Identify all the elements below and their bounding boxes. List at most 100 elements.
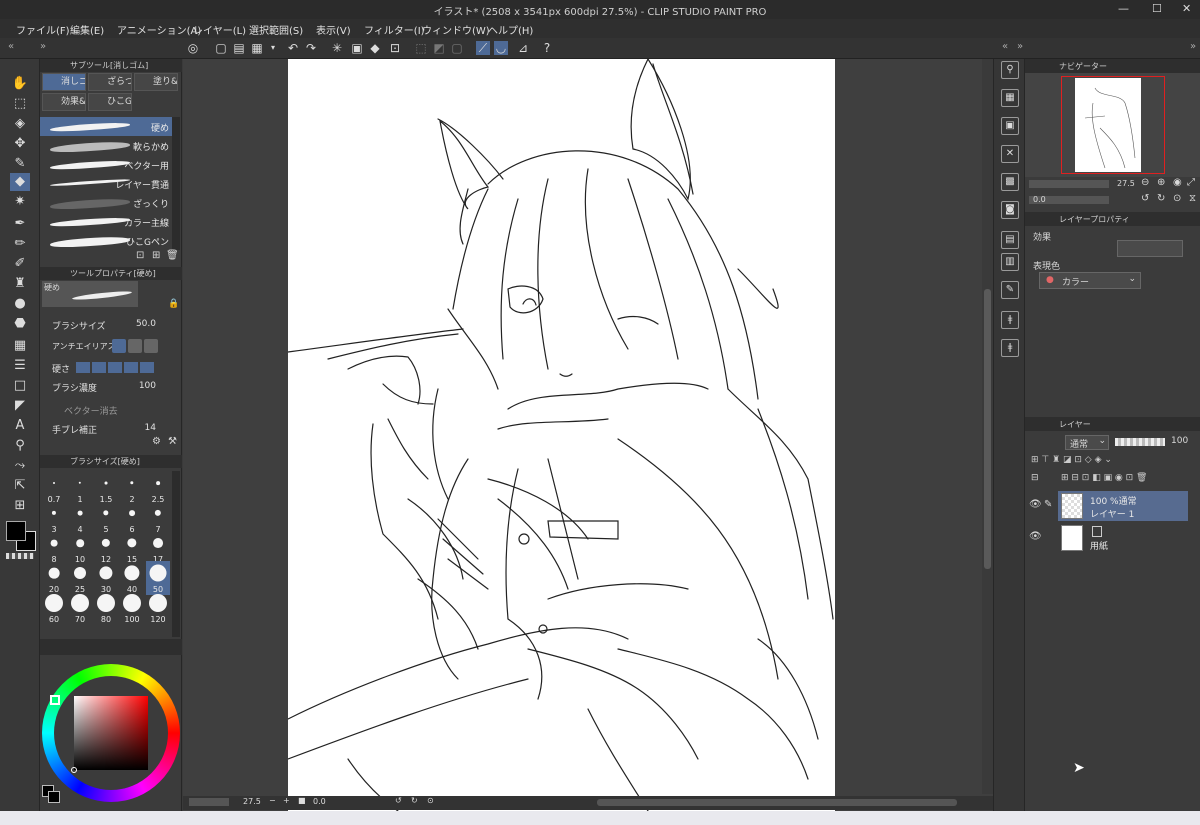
pen-edit-icon[interactable]: ✎ — [1044, 499, 1052, 510]
brush-item[interactable]: 硬め — [40, 117, 172, 136]
layer-toggle-icon[interactable]: ⊟ — [1031, 473, 1039, 483]
subtab-hiko[interactable]: ひこG — [88, 93, 132, 111]
collapse-far-right-icon[interactable]: » — [1186, 40, 1200, 54]
brush-tool-icon[interactable]: ✐ — [10, 255, 30, 273]
eyedropper-tool-icon[interactable]: ✎ — [10, 155, 30, 173]
layer-row[interactable]: 用紙 — [1058, 523, 1188, 553]
transparent-color-swatch[interactable] — [6, 553, 34, 559]
brush-size-option[interactable]: 1 — [68, 471, 92, 505]
brush-size-option[interactable]: 8 — [42, 531, 66, 565]
close-button[interactable]: ✕ — [1182, 2, 1191, 15]
eye-icon[interactable]: 👁 — [1029, 531, 1042, 542]
hardness-row[interactable]: 硬さ — [40, 358, 172, 377]
canvas-rotation-value[interactable]: 0.0 — [313, 797, 326, 806]
new-subtool-icon[interactable]: ⊞ — [152, 250, 160, 261]
stabilize-value[interactable]: 14 — [145, 423, 156, 433]
save-dropdown-icon[interactable]: ▾ — [266, 41, 280, 55]
reset-rotation-icon[interactable]: ⊙ — [427, 796, 434, 805]
menu-layer[interactable]: レイヤー(L) — [193, 22, 246, 37]
brush-item[interactable]: ベクター用 — [40, 155, 172, 174]
brush-size-option[interactable]: 10 — [68, 531, 92, 565]
collapse-left-icon[interactable]: « — [4, 40, 18, 54]
antialias-option[interactable] — [128, 339, 142, 353]
zoom-out-icon[interactable]: − — [269, 796, 276, 805]
hue-selector[interactable] — [50, 695, 60, 705]
brush-size-option[interactable]: 40 — [120, 561, 144, 595]
maximize-button[interactable]: ☐ — [1152, 2, 1162, 15]
subtab-effect[interactable]: 効果& — [42, 93, 86, 111]
brush-size-option[interactable]: 25 — [68, 561, 92, 595]
brush-size-option[interactable]: 1.5 — [94, 471, 118, 505]
eye-icon[interactable]: 👁 — [1029, 499, 1042, 510]
eraser-tool-icon[interactable]: ◆ — [10, 173, 30, 191]
material-text-icon[interactable]: ǂ — [1001, 311, 1019, 329]
brush-size-option[interactable]: 120 — [146, 591, 170, 625]
brush-item[interactable]: カラー主線 — [40, 212, 172, 231]
sv-selector[interactable] — [71, 767, 77, 773]
brush-item[interactable]: ひこGペン — [40, 231, 172, 250]
brush-size-option[interactable]: 17 — [146, 531, 170, 565]
fill-icon[interactable]: ◆ — [368, 41, 382, 55]
brush-size-option[interactable]: 12 — [94, 531, 118, 565]
magic-wand-tool-icon[interactable]: ✷ — [10, 193, 30, 211]
drawing-canvas[interactable] — [288, 59, 835, 811]
subtab-eraser[interactable]: 消しゴ — [42, 73, 86, 91]
brush-size-option[interactable]: 6 — [120, 501, 144, 535]
menu-edit[interactable]: 編集(E) — [70, 22, 104, 37]
brush-size-option[interactable]: 5 — [94, 501, 118, 535]
deselect-icon[interactable]: ⬚ — [414, 41, 428, 55]
clear-icon[interactable]: ✳ — [330, 41, 344, 55]
airbrush-tool-icon[interactable]: ♜ — [10, 275, 30, 293]
navigator-rotate-right-icon[interactable]: ↻ — [1157, 193, 1165, 204]
pen-tool-icon[interactable]: ✒ — [10, 215, 30, 233]
blend-mode-select[interactable]: 通常 ⌄ — [1065, 435, 1109, 450]
navigator-zoom-slider[interactable] — [1029, 180, 1109, 188]
brush-list-scrollbar[interactable] — [172, 117, 180, 250]
brush-size-option[interactable]: 4 — [68, 501, 92, 535]
snap-grid-icon[interactable]: ⊿ — [516, 41, 530, 55]
brush-size-option[interactable]: 80 — [94, 591, 118, 625]
menu-filter[interactable]: フィルター(I) — [364, 22, 425, 37]
help-icon[interactable]: ? — [540, 41, 554, 55]
new-file-icon[interactable]: ▢ — [214, 41, 228, 55]
copy-subtool-icon[interactable]: ⊡ — [136, 250, 144, 261]
zoom-tool-icon[interactable]: ⚲ — [10, 437, 30, 455]
canvas-vertical-scrollbar[interactable] — [982, 59, 993, 794]
menu-window[interactable]: ウィンドウ(W) — [422, 22, 490, 37]
tool-settings-icon[interactable]: ⚙ — [152, 436, 161, 447]
layer-toolbar-row1[interactable]: ⊞ ⊤ ♜ ◪ ⊡ ◇ ◈ ⌄ — [1031, 455, 1196, 469]
material-panel-icon[interactable]: ▦ — [1001, 89, 1019, 107]
brush-size-option[interactable]: 100 — [120, 591, 144, 625]
navigator-rotation-value[interactable]: 0.0 — [1033, 195, 1046, 204]
redo-icon[interactable]: ↷ — [304, 41, 318, 55]
layout-tool-icon[interactable]: ⊞ — [10, 497, 30, 515]
material-frame-icon[interactable]: ▥ — [1001, 253, 1019, 271]
vector-erase-row[interactable]: ベクター消去 — [40, 400, 172, 419]
brush-item[interactable]: ざっくり — [40, 193, 172, 212]
brush-size-value[interactable]: 50.0 — [136, 319, 156, 329]
antialias-row[interactable]: アンチエイリアス — [40, 337, 172, 356]
clip-studio-icon[interactable]: ◎ — [186, 41, 200, 55]
figure-tool-icon[interactable]: □ — [10, 377, 30, 395]
saturation-value-square[interactable] — [74, 696, 148, 770]
selection-tool-icon[interactable]: ⬚ — [10, 95, 30, 113]
navigator-reset-icon[interactable]: ⊙ — [1173, 193, 1181, 204]
brush-size-option[interactable]: 3 — [42, 501, 66, 535]
fill-tool-icon[interactable]: ⬣ — [10, 315, 30, 333]
snap-ruler-icon[interactable]: ⟋ — [476, 41, 490, 55]
hand-tool-icon[interactable]: ✋ — [10, 75, 30, 93]
brush-size-option[interactable]: 50 — [146, 561, 170, 595]
expression-color-select[interactable]: ● カラー ⌄ — [1039, 272, 1141, 289]
material-balloon-icon[interactable]: ǂ — [1001, 339, 1019, 357]
subtab-rough[interactable]: ざらつ — [88, 73, 132, 91]
collapse-right-icon[interactable]: » — [36, 40, 50, 54]
opacity-slider[interactable] — [1115, 438, 1165, 446]
navigator-panel-icon[interactable]: ⚲ — [1001, 61, 1019, 79]
rotate-right-icon[interactable]: ↻ — [411, 796, 418, 805]
text-tool-icon[interactable]: A — [10, 417, 30, 435]
brush-size-option[interactable]: 30 — [94, 561, 118, 595]
antialias-option[interactable] — [144, 339, 158, 353]
brush-item[interactable]: 軟らかめ — [40, 136, 172, 155]
subtab-paint[interactable]: 塗り& — [134, 73, 178, 91]
brush-size-option[interactable]: 70 — [68, 591, 92, 625]
